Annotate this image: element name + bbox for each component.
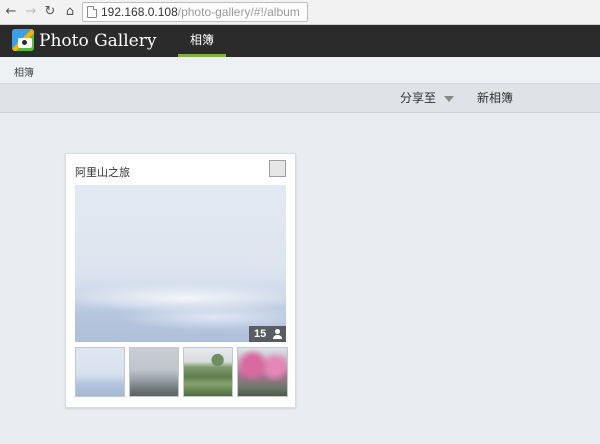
thumbnail-photo[interactable] [183,347,233,397]
share-to-label: 分享至 [400,91,437,105]
url-path: /photo-gallery/#!/album [177,5,300,19]
person-icon [273,329,282,339]
forward-arrow-icon[interactable]: → [22,3,40,21]
album-select-checkbox[interactable] [269,160,286,177]
thumbnail-photo[interactable] [129,347,179,397]
tab-albums-label: 相簿 [189,33,214,47]
home-icon[interactable]: ⌂ [61,3,79,21]
album-cover-photo[interactable]: 15 [75,185,286,342]
album-card[interactable]: 阿里山之旅 15 [65,153,296,408]
album-thumbnails [75,347,288,397]
photo-gallery-logo-icon[interactable] [12,29,34,51]
breadcrumb-current[interactable]: 相簿 [14,64,34,79]
url-text: 192.168.0.108/photo-gallery/#!/album [101,4,300,20]
url-host: 192.168.0.108 [101,5,178,19]
album-title[interactable]: 阿里山之旅 [75,164,130,180]
breadcrumb: 相簿 [0,57,600,83]
chevron-down-icon [444,95,455,102]
app-title[interactable]: Photo Gallery [39,30,156,52]
photo-count-badge: 15 [249,326,286,342]
photo-count: 15 [254,328,267,340]
reload-icon[interactable]: ↻ [41,3,59,21]
share-to-dropdown[interactable]: 分享至 [400,90,455,106]
thumbnail-photo[interactable] [237,347,288,397]
album-toolbar: 分享至 新相簿 [0,83,600,113]
tab-albums[interactable]: 相簿 [178,25,226,57]
address-bar[interactable]: 192.168.0.108/photo-gallery/#!/album [82,2,308,22]
thumbnail-photo[interactable] [75,347,125,397]
browser-toolbar: ← → ↻ ⌂ 192.168.0.108/photo-gallery/#!/a… [0,0,600,25]
back-arrow-icon[interactable]: ← [2,3,20,21]
app-header: Photo Gallery 相簿 [0,25,600,57]
new-album-button[interactable]: 新相簿 [477,90,513,106]
page-icon [87,6,97,18]
